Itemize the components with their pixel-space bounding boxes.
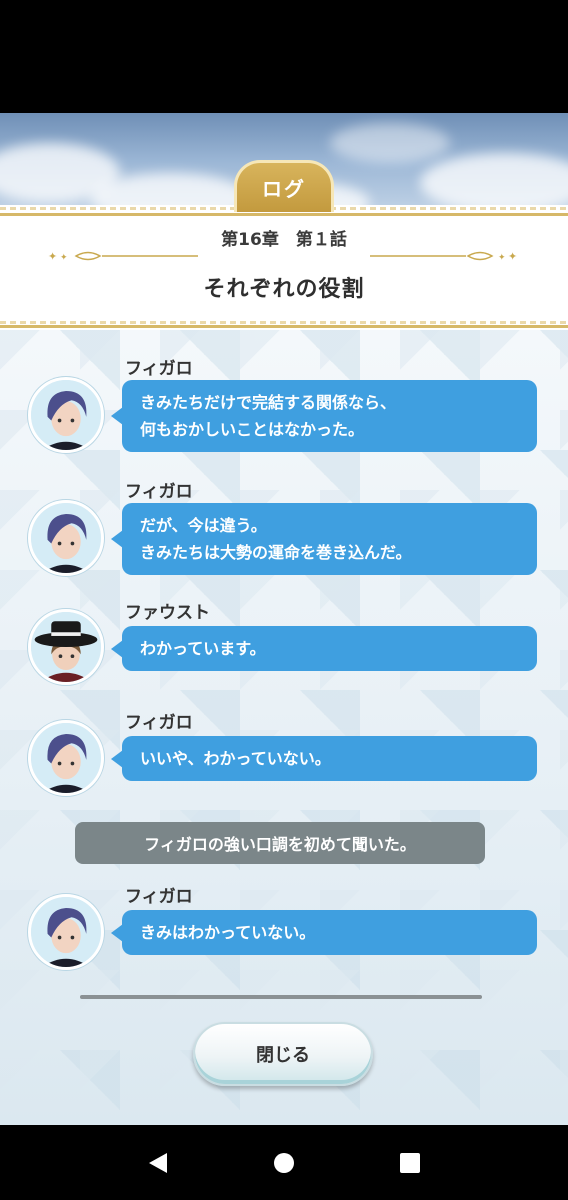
figaro-avatar <box>28 500 104 576</box>
speaker-name: フィガロ <box>125 887 193 907</box>
speaker-name: フィガロ <box>125 482 193 502</box>
dialogue-bubble: わかっています。 <box>111 626 537 671</box>
svg-text:✦: ✦ <box>498 253 506 263</box>
dialogue-line: きみはわかっていない。 <box>140 923 316 942</box>
chapter-label: 第16章 第１話 <box>221 230 347 250</box>
dialogue-line: きみたちだけで完結する関係なら、 <box>140 393 397 412</box>
dialogue-line: いいや、わかっていない。 <box>140 749 331 768</box>
dialogue-line: きみたちは大勢の運命を巻き込んだ。 <box>140 543 412 562</box>
recents-icon[interactable] <box>395 1148 425 1178</box>
dialogue-line: だが、今は違う。 <box>140 516 267 535</box>
log-tab: ログ <box>234 160 334 212</box>
figaro-avatar <box>28 894 104 970</box>
home-icon[interactable] <box>269 1148 299 1178</box>
speaker-name: フィガロ <box>125 713 193 733</box>
svg-text:✦: ✦ <box>60 253 68 263</box>
status-bar <box>0 0 568 113</box>
dialogue-bubble: きみたちだけで完結する関係なら、 何もおかしいことはなかった。 <box>111 380 537 452</box>
right-ornament-icon: ✦ ✦ <box>370 250 517 263</box>
dialogue-bubble: だが、今は違う。 きみたちは大勢の運命を巻き込んだ。 <box>111 503 537 575</box>
speaker-name: ファウスト <box>125 603 210 623</box>
close-button[interactable]: 閉じる <box>193 1022 373 1086</box>
left-ornament-icon: ✦ ✦ <box>48 250 198 263</box>
scroll-divider <box>80 995 482 999</box>
dialogue-bubble: いいや、わかっていない。 <box>111 736 537 781</box>
dialogue-bubble: きみはわかっていない。 <box>111 910 537 955</box>
system-nav-bar <box>0 1125 568 1200</box>
figaro-avatar <box>28 377 104 453</box>
svg-text:✦: ✦ <box>48 250 57 263</box>
dialogue-line: 何もおかしいことはなかった。 <box>140 420 365 439</box>
log-header: 第16章 第１話 ✦ ✦ ✦ ✦ それぞれの役割 <box>0 205 568 330</box>
narration-box: フィガロの強い口調を初めて聞いた。 <box>75 822 485 864</box>
svg-text:✦: ✦ <box>508 250 517 263</box>
speaker-name: フィガロ <box>125 359 193 379</box>
back-icon[interactable] <box>143 1148 173 1178</box>
faust-avatar <box>28 609 104 685</box>
dialogue-line: わかっています。 <box>140 639 266 658</box>
story-title: それぞれの役割 <box>203 277 365 302</box>
figaro-avatar <box>28 720 104 796</box>
